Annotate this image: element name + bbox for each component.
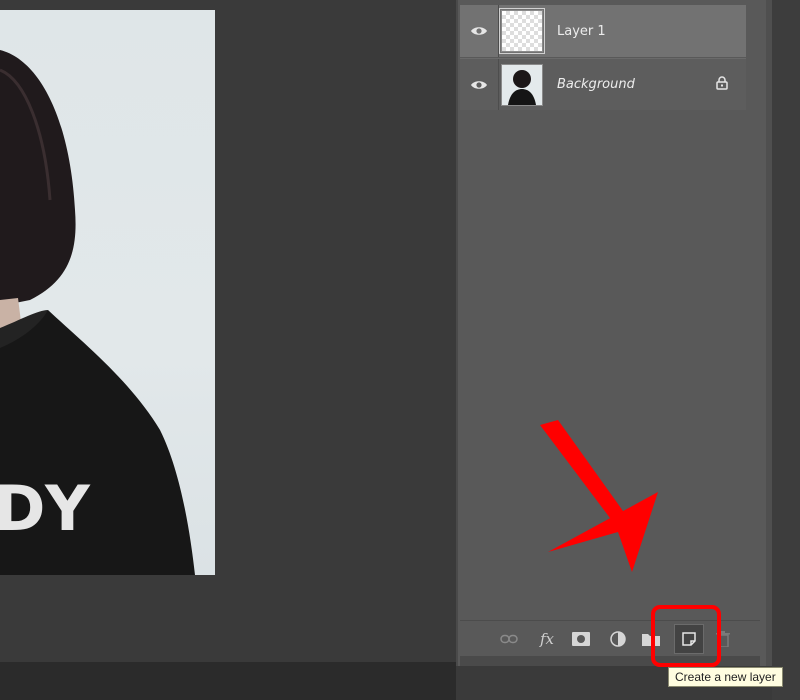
layer-thumbnail[interactable]: [501, 63, 543, 106]
background-thumbnail-image: [508, 69, 536, 105]
layer-name[interactable]: Layer 1: [557, 24, 606, 39]
layer-row-layer-1[interactable]: Layer 1: [460, 5, 746, 57]
mask-icon: [572, 632, 590, 646]
highlight-box: [651, 605, 721, 667]
red-arrow-annotation: [540, 420, 658, 572]
layer-thumbnail[interactable]: [499, 8, 545, 54]
eye-icon: [471, 80, 487, 89]
fx-icon: fx: [539, 630, 554, 648]
portrait-photo-illustration: DY: [0, 50, 195, 575]
link-icon: [500, 634, 518, 644]
layer-name[interactable]: Background: [557, 77, 635, 92]
adjustment-icon: [610, 631, 626, 647]
visibility-toggle[interactable]: [460, 5, 499, 57]
status-strip: [0, 662, 456, 700]
photo-image: DY: [0, 10, 215, 575]
eye-icon: [471, 27, 487, 35]
add-mask-button[interactable]: [570, 628, 592, 650]
lock-icon[interactable]: [716, 76, 728, 90]
window-edge: [772, 0, 800, 700]
tooltip: Create a new layer: [668, 667, 783, 687]
layer-style-button[interactable]: fx: [536, 628, 558, 650]
adjustment-layer-button[interactable]: [607, 628, 629, 650]
visibility-toggle[interactable]: [460, 59, 499, 110]
document-canvas[interactable]: DY: [0, 0, 456, 700]
layer-row-background[interactable]: Background: [460, 58, 746, 110]
link-layers-button[interactable]: [498, 628, 520, 650]
shirt-text: DY: [0, 472, 94, 545]
